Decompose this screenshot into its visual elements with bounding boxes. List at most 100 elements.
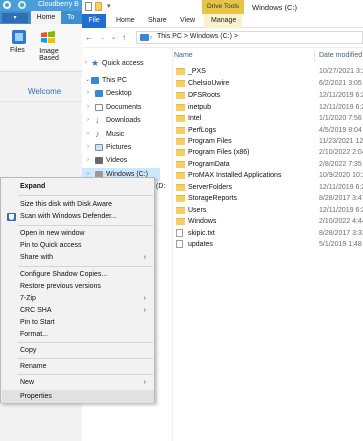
desktop-icon bbox=[95, 90, 103, 97]
column-header-date-modified[interactable]: Date modified bbox=[319, 52, 362, 59]
windows-logo-icon[interactable] bbox=[40, 30, 56, 44]
back-arrow-icon[interactable]: ← bbox=[85, 33, 93, 43]
expand-chevron-icon[interactable]: › bbox=[87, 101, 89, 114]
customize-qat-icon[interactable]: ▾ bbox=[107, 2, 113, 11]
refresh-icon[interactable] bbox=[3, 1, 11, 9]
tab-view[interactable]: View bbox=[180, 14, 195, 28]
menu-item-scan-defender[interactable]: Scan with Windows Defender... bbox=[2, 210, 154, 223]
menu-item-rename[interactable]: Rename bbox=[2, 360, 154, 373]
background-tab-tools[interactable]: To bbox=[67, 11, 82, 24]
breadcrumb-windows-c[interactable]: Windows (C:) bbox=[190, 33, 232, 40]
tab-share[interactable]: Share bbox=[148, 14, 167, 28]
file-row[interactable]: ChelsioUwire 6/2/2021 3:05 bbox=[174, 78, 363, 89]
submenu-arrow-icon: › bbox=[143, 254, 146, 261]
expand-chevron-icon[interactable]: › bbox=[87, 141, 89, 154]
star-icon: ★ bbox=[91, 58, 100, 68]
background-app-titlebar: Cloudberry B bbox=[0, 0, 82, 11]
folder-icon bbox=[176, 115, 185, 122]
folder-icon bbox=[176, 149, 185, 156]
column-header-name[interactable]: Name bbox=[174, 52, 193, 59]
files-button-label[interactable]: Files bbox=[10, 47, 25, 54]
menu-separator bbox=[18, 374, 153, 375]
folder-icon bbox=[176, 207, 185, 214]
pane-divider[interactable] bbox=[172, 48, 173, 441]
sync-icon[interactable] bbox=[18, 1, 26, 9]
file-row[interactable]: updates5/1/2019 1:48 F bbox=[174, 239, 363, 250]
pictures-icon bbox=[95, 144, 103, 151]
computer-icon bbox=[140, 34, 149, 41]
file-row[interactable]: ProgramData 2/8/2022 7:35 / bbox=[174, 159, 363, 170]
welcome-heading: Welcome bbox=[28, 87, 62, 96]
forward-arrow-icon[interactable]: → bbox=[98, 33, 106, 43]
tab-file[interactable]: File bbox=[82, 14, 106, 28]
file-row[interactable]: _PXS 10/27/2021 3:2 bbox=[174, 66, 363, 77]
file-row[interactable]: DFSRoots 12/11/2019 6:2 bbox=[174, 90, 363, 101]
recent-locations-icon[interactable]: ⌄ bbox=[111, 33, 116, 43]
nav-videos[interactable]: › Videos bbox=[82, 154, 160, 167]
file-row[interactable]: Program Files 11/23/2021 12: bbox=[174, 136, 363, 147]
expand-chevron-icon[interactable]: › bbox=[85, 57, 87, 70]
divider bbox=[0, 101, 82, 102]
new-folder-icon[interactable] bbox=[95, 2, 102, 11]
menu-item-share-with[interactable]: Share with › bbox=[2, 251, 154, 264]
quick-access-toolbar: ▾ bbox=[85, 2, 117, 12]
collapse-chevron-icon[interactable]: ⌄ bbox=[85, 74, 90, 87]
tab-manage[interactable]: Manage bbox=[211, 14, 236, 28]
menu-separator bbox=[18, 358, 153, 359]
folder-icon bbox=[176, 184, 185, 191]
file-row[interactable]: PerfLogs 4/5/2019 8:04 / bbox=[174, 125, 363, 136]
folder-icon bbox=[176, 127, 185, 134]
nav-documents[interactable]: › Documents bbox=[82, 101, 160, 114]
nav-this-pc[interactable]: ⌄ This PC bbox=[82, 74, 160, 87]
background-app-file-menu[interactable]: ▾ bbox=[2, 13, 28, 23]
file-row[interactable]: skipic.txt 8/28/2017 3:33 bbox=[174, 228, 363, 239]
text-file-icon bbox=[176, 229, 183, 237]
menu-separator bbox=[18, 225, 153, 226]
menu-separator bbox=[18, 195, 153, 196]
nav-downloads[interactable]: › ↓ Downloads bbox=[82, 114, 160, 127]
file-row[interactable]: ServerFolders 12/11/2019 6:2 bbox=[174, 182, 363, 193]
menu-item-copy[interactable]: Copy bbox=[2, 344, 154, 357]
menu-separator bbox=[18, 266, 153, 267]
nav-pictures[interactable]: › Pictures bbox=[82, 141, 160, 154]
menu-item-new[interactable]: New › bbox=[2, 376, 154, 389]
breadcrumb-separator: > bbox=[233, 33, 238, 40]
file-row[interactable]: ProMAX Installed Applications 10/9/2020 1… bbox=[174, 170, 363, 181]
image-based-button-label-2[interactable]: Based bbox=[38, 55, 60, 62]
file-row[interactable]: StorageReports 8/28/2017 3:47 bbox=[174, 193, 363, 204]
file-row[interactable]: Windows 2/10/2022 4:44 bbox=[174, 216, 363, 227]
file-row[interactable]: Program Files (x86) 2/10/2022 2:04 bbox=[174, 147, 363, 158]
nav-desktop[interactable]: › Desktop bbox=[82, 87, 160, 100]
tab-home[interactable]: Home bbox=[116, 14, 135, 28]
nav-partial-drive-label[interactable]: (D: bbox=[156, 183, 165, 190]
file-row[interactable]: Users 12/11/2019 6:2 bbox=[174, 205, 363, 216]
expand-chevron-icon[interactable]: › bbox=[87, 114, 89, 127]
menu-item-properties[interactable]: Properties bbox=[2, 390, 154, 403]
properties-icon[interactable] bbox=[85, 2, 92, 11]
breadcrumb[interactable]: This PC > Windows (C:) > bbox=[157, 33, 238, 40]
menu-item-expand[interactable]: Expand bbox=[2, 180, 154, 193]
folder-icon bbox=[176, 92, 185, 99]
folder-icon bbox=[176, 68, 185, 75]
menu-item-format[interactable]: Format... bbox=[2, 328, 154, 341]
files-icon[interactable] bbox=[12, 30, 26, 44]
documents-icon bbox=[95, 104, 103, 111]
downloads-icon: ↓ bbox=[95, 115, 100, 125]
nav-quick-access[interactable]: › ★ Quick access bbox=[82, 57, 160, 70]
file-icon bbox=[176, 240, 183, 248]
breadcrumb-chevron-icon[interactable]: › bbox=[150, 33, 152, 43]
expand-chevron-icon[interactable]: › bbox=[87, 154, 89, 167]
folder-icon bbox=[176, 104, 185, 111]
folder-icon bbox=[176, 218, 185, 225]
expand-chevron-icon[interactable]: › bbox=[87, 128, 89, 141]
expand-chevron-icon[interactable]: › bbox=[87, 87, 89, 100]
breadcrumb-this-pc[interactable]: This PC bbox=[157, 33, 182, 40]
folder-icon bbox=[176, 161, 185, 168]
file-row[interactable]: Intel1/1/2020 7:56 F bbox=[174, 113, 363, 124]
menu-separator bbox=[18, 342, 153, 343]
background-tab-home[interactable]: Home bbox=[31, 11, 61, 24]
nav-music[interactable]: › ♪ Music bbox=[82, 128, 160, 141]
file-row[interactable]: inetpub 12/11/2019 6:2 bbox=[174, 102, 363, 113]
column-divider[interactable] bbox=[314, 50, 315, 62]
up-arrow-icon[interactable]: ↑ bbox=[122, 33, 126, 43]
